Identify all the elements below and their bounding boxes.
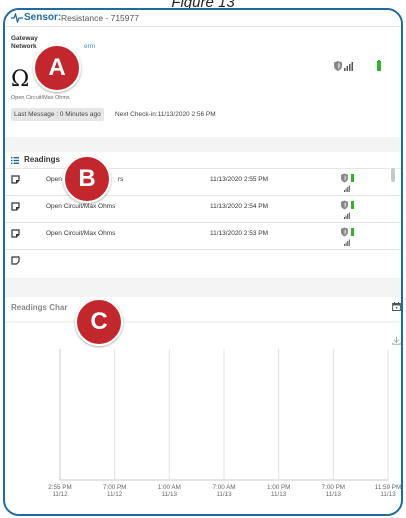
- signal-icon: [344, 185, 350, 192]
- note-icon: [11, 256, 20, 265]
- readings-title: Readings: [24, 155, 61, 164]
- signal-icon: [344, 239, 350, 246]
- shield-icon: [341, 227, 348, 237]
- badge-b: B: [63, 155, 111, 203]
- battery-icon: [351, 228, 354, 236]
- x-tick-label-date: 11/13: [216, 491, 232, 498]
- reading-timestamp: 11/13/2020 2:53 PM: [210, 230, 269, 237]
- reading-row[interactable]: Open Circuit/Max Ohms 11/13/2020 2:54 PM: [5, 196, 401, 223]
- battery-icon: [351, 174, 354, 182]
- shield-icon: [341, 173, 348, 183]
- readings-chart-card: Readings Char 2:55 PM 11/12 7:00 PM 11/12 1:…: [5, 297, 401, 514]
- x-tick-label-time: 2:55 PM: [48, 484, 71, 491]
- network-label: Network: [11, 43, 37, 50]
- x-tick-label-date: 11/12: [52, 491, 68, 498]
- row-status-icons: [341, 200, 354, 219]
- reading-value-tail: rs: [118, 176, 124, 183]
- next-checkin-text: Next Check-in:11/13/2020 2:56 PM: [115, 111, 216, 118]
- row-status-icons: [341, 227, 354, 246]
- signal-battery-icons: [334, 60, 381, 71]
- x-tick-label-date: 11/13: [326, 491, 342, 498]
- x-tick-label-time: 7:00 AM: [212, 484, 235, 491]
- x-tick-label-date: 11/12: [107, 491, 123, 498]
- battery-icon: [377, 60, 381, 71]
- signal-icon: [344, 62, 353, 71]
- x-tick-label-date: 11/13: [162, 491, 178, 498]
- x-tick-label-date: 11/13: [380, 491, 396, 498]
- gateway-label: Gateway: [11, 35, 38, 42]
- reading-value: Open Circuit/Max Ohms: [46, 230, 116, 237]
- last-message-badge: Last Message : 0 Minutes ago: [11, 108, 104, 121]
- pulse-icon: [11, 13, 23, 23]
- x-tick-label-date: 11/13: [271, 491, 287, 498]
- reading-timestamp: 11/13/2020 2:55 PM: [210, 176, 269, 183]
- note-icon: [11, 229, 20, 238]
- readings-scrollbar[interactable]: [391, 168, 395, 182]
- shield-icon: [341, 200, 348, 210]
- shield-icon: [334, 61, 342, 71]
- reading-value: Open Circuit/Max Ohms: [46, 203, 116, 210]
- badge-c: C: [75, 298, 123, 346]
- reading-text: Open Circuit/Max Ohms: [11, 95, 70, 101]
- list-icon: [11, 157, 19, 164]
- note-icon: [11, 175, 20, 184]
- sensor-label: Sensor:: [24, 12, 62, 23]
- sensor-header: Sensor: Resistance - 715977: [5, 10, 401, 27]
- badge-a: A: [33, 44, 81, 92]
- battery-icon: [351, 201, 354, 209]
- signal-icon: [344, 212, 350, 219]
- x-tick-label-time: 1:00 AM: [158, 484, 181, 491]
- row-status-icons: [341, 173, 354, 192]
- x-tick-label-time: 11:59 PM: [375, 484, 401, 491]
- ohm-reading-symbol: Ω: [11, 67, 30, 92]
- reading-row[interactable]: Open Circuit/Max Ohms 11/13/2020 2:53 PM: [5, 223, 401, 250]
- network-link[interactable]: erm: [84, 43, 95, 50]
- readings-chart: 2:55 PM11/127:00 PM11/121:00 AM11/137:00…: [5, 321, 401, 498]
- reading-row[interactable]: [5, 250, 401, 269]
- reading-timestamp: 11/13/2020 2:54 PM: [210, 203, 269, 210]
- x-tick-label-time: 1:00 PM: [267, 484, 290, 491]
- x-tick-label-time: 7:00 PM: [103, 484, 126, 491]
- x-tick-label-time: 7:00 PM: [322, 484, 345, 491]
- note-icon: [11, 202, 20, 211]
- sensor-name: Resistance - 715977: [61, 13, 139, 23]
